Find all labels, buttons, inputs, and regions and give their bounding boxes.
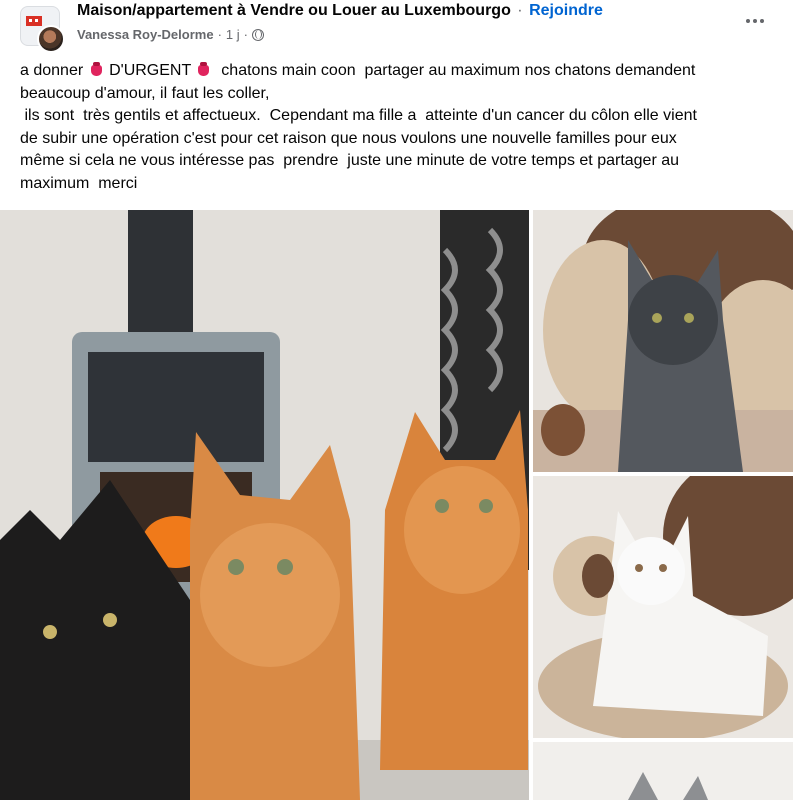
grey-kitten-photo[interactable] [533, 210, 793, 472]
house-logo-icon [26, 16, 42, 26]
post-line: maximum merci [20, 174, 138, 192]
three-kittens-photo[interactable] [0, 210, 529, 800]
group-name-link[interactable]: Maison/appartement à Vendre ou Louer au … [77, 2, 511, 19]
post-meta: Vanessa Roy-Delorme · 1 j · [77, 27, 264, 42]
pushpin-emoji-icon [90, 62, 102, 76]
grey-kitten-illustration [533, 210, 793, 472]
white-kitten-illustration [533, 476, 793, 738]
author-avatar[interactable] [37, 25, 65, 53]
globe-icon [252, 28, 264, 41]
meta-separator: · [217, 27, 222, 42]
post-line: ils sont très gentils et affectueux. Cep… [20, 107, 697, 124]
join-group-link[interactable]: Rejoindre [529, 2, 603, 19]
author-name-link[interactable]: Vanessa Roy-Delorme [77, 27, 214, 42]
photo-grid [0, 210, 793, 800]
post-line: a donner D'URGENT chatons main coon part… [20, 62, 696, 79]
kitten-ears-photo[interactable] [533, 742, 793, 800]
three-kittens-illustration [0, 210, 529, 800]
more-options-icon [746, 19, 750, 23]
post-line: de subir une opération c'est pour cet ra… [20, 129, 677, 147]
post-line: même si cela ne vous intéresse pas prend… [20, 152, 680, 169]
white-kitten-photo[interactable] [533, 476, 793, 738]
post-header: Maison/appartement à Vendre ou Louer au … [0, 0, 793, 53]
pushpin-emoji-icon [198, 62, 210, 76]
post-timestamp-link[interactable]: 1 j [226, 27, 240, 42]
post-body-text: a donner D'URGENT chatons main coon part… [20, 60, 785, 195]
post-line: beaucoup d'amour, il faut les coller, [20, 84, 270, 102]
post-title-line: Maison/appartement à Vendre ou Louer au … [77, 2, 603, 20]
meta-separator-2: · [243, 27, 248, 42]
title-separator: · [517, 2, 523, 19]
kitten-ears-illustration [533, 742, 793, 800]
more-options-button[interactable] [738, 8, 772, 34]
